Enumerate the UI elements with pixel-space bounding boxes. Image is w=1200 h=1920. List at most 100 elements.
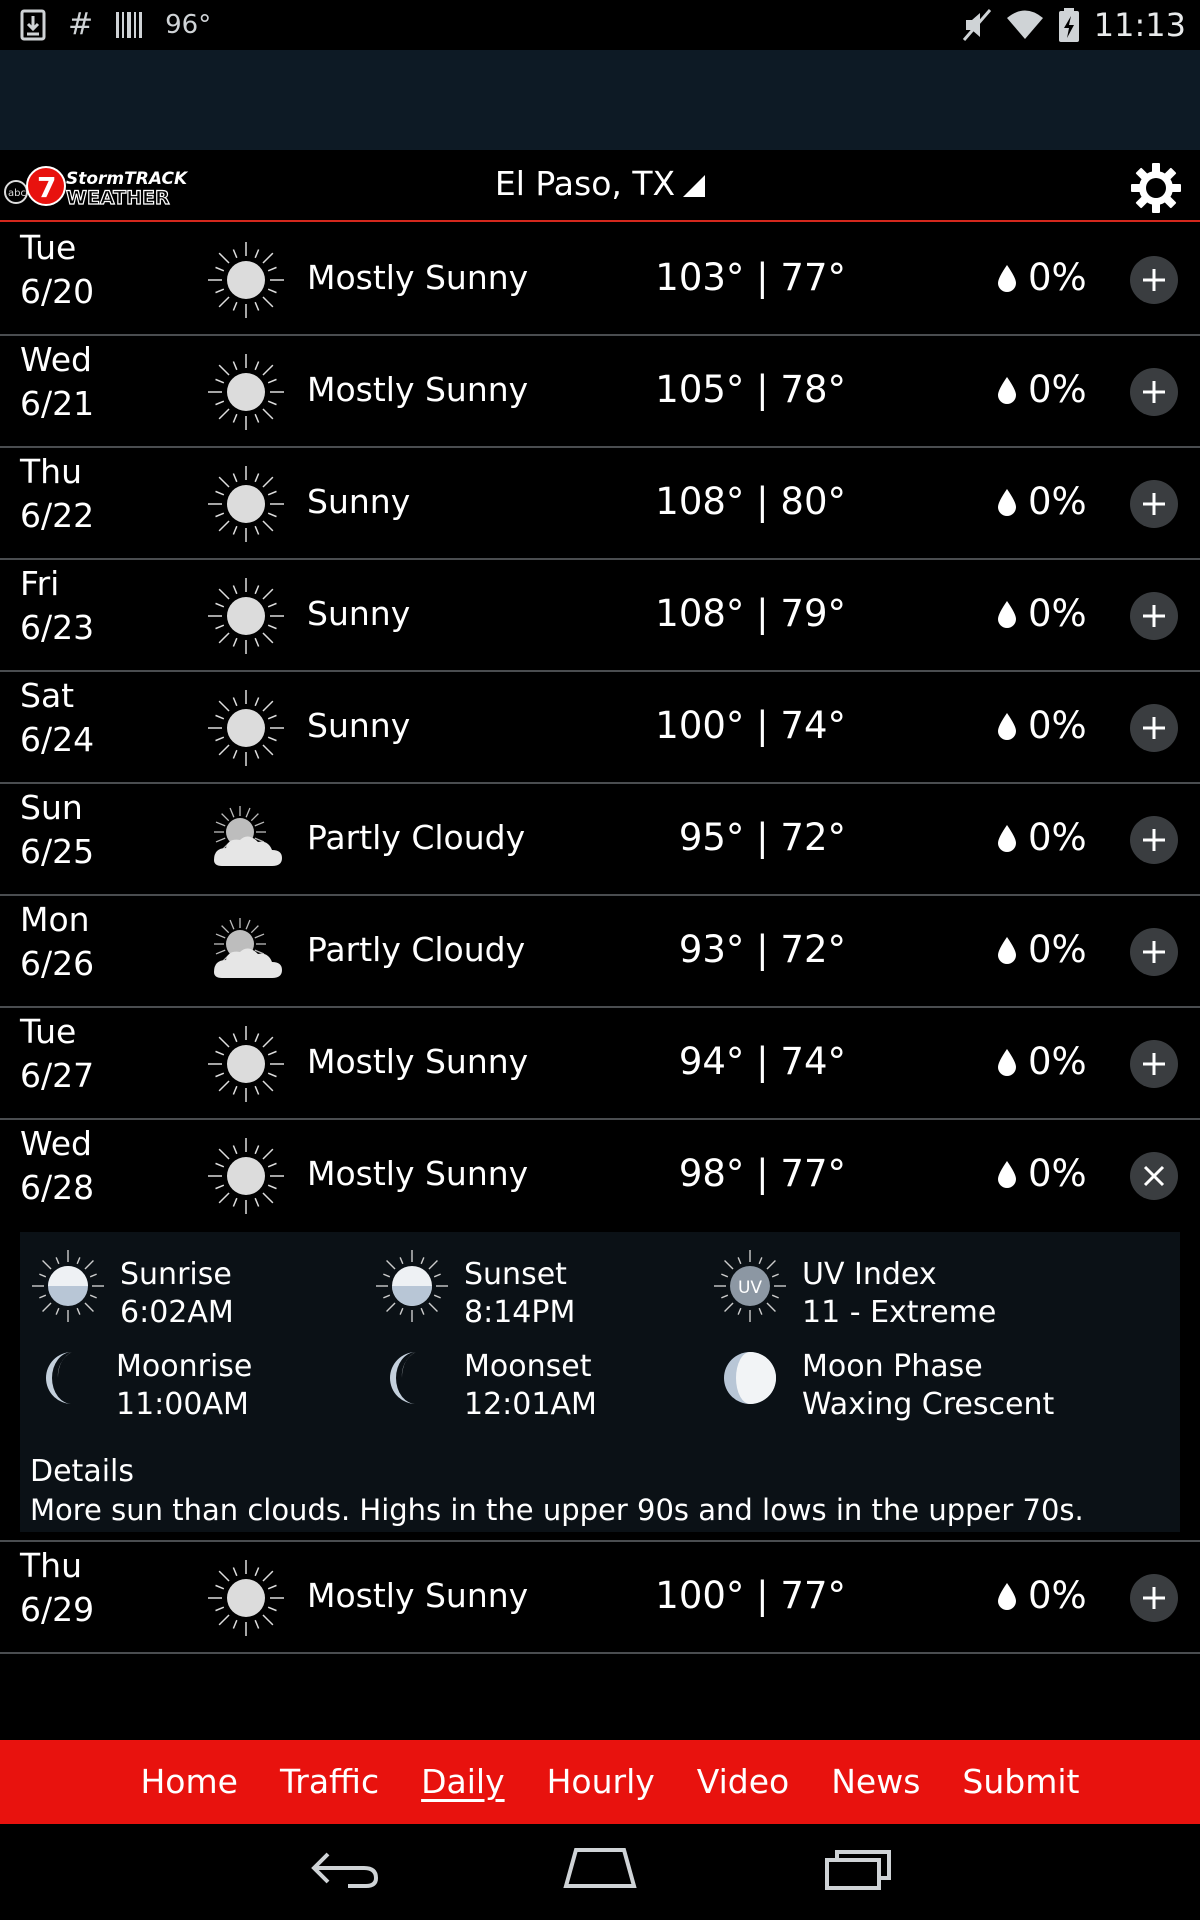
forecast-day-name: Tue (20, 1012, 77, 1051)
gear-icon[interactable] (1130, 162, 1182, 214)
nav-home[interactable]: Home (140, 1760, 237, 1804)
sun-icon (208, 1026, 284, 1102)
nav-news[interactable]: News (831, 1760, 920, 1804)
forecast-row[interactable]: Sat 6/24 Sunny 100° | 74° 0% (0, 672, 1200, 784)
expand-button[interactable] (1130, 816, 1178, 864)
forecast-day-date: 6/23 (20, 608, 95, 647)
forecast-precip: 0% (996, 704, 1087, 748)
forecast-row[interactable]: Fri 6/23 Sunny 108° | 79° 0% (0, 560, 1200, 672)
forecast-condition: Sunny (307, 706, 411, 745)
sun-icon (208, 354, 284, 430)
forecast-date: Sat 6/24 (20, 674, 94, 762)
raindrop-icon (998, 1049, 1016, 1076)
plus-icon (1143, 717, 1165, 739)
forecast-precip: 0% (996, 1040, 1087, 1084)
moonrise-info: Moonrise 11:00AM (28, 1338, 358, 1422)
forecast-temps: 108° | 79° (655, 592, 846, 635)
forecast-day-name: Fri (20, 564, 60, 603)
expand-button[interactable] (1130, 256, 1178, 304)
forecast-day-name: Sun (20, 788, 83, 827)
sunrise-info: Sunrise 6:02AM (28, 1246, 358, 1330)
forecast-row[interactable]: Wed 6/21 Mostly Sunny 105° | 78° 0% (0, 336, 1200, 448)
raindrop-icon (998, 601, 1016, 628)
forecast-row[interactable]: Mon 6/26 Partly Cloudy 93° | 72° 0% (0, 896, 1200, 1008)
forecast-day-date: 6/22 (20, 496, 95, 535)
expand-button[interactable] (1130, 368, 1178, 416)
nav-video[interactable]: Video (697, 1760, 789, 1804)
moonset-value: 12:01AM (464, 1387, 597, 1422)
uv-index-info: UV UV Index 11 - Extreme (710, 1246, 1040, 1330)
raindrop-icon (998, 1161, 1016, 1188)
nav-traffic[interactable]: Traffic (280, 1760, 379, 1804)
home-icon[interactable] (562, 1844, 638, 1892)
forecast-precip: 0% (996, 928, 1087, 972)
precip-value: 0% (1028, 480, 1087, 523)
forecast-row[interactable]: Thu 6/29 Mostly Sunny 100° | 77° 0% (0, 1542, 1200, 1654)
forecast-date: Thu 6/22 (20, 450, 94, 538)
sunset-icon (376, 1250, 448, 1322)
expand-button[interactable] (1130, 592, 1178, 640)
plus-icon (1143, 829, 1165, 851)
precip-value: 0% (1028, 1574, 1087, 1617)
nav-submit[interactable]: Submit (962, 1760, 1079, 1804)
moon-phase-value: Waxing Crescent (802, 1387, 1055, 1422)
precip-value: 0% (1028, 704, 1087, 747)
plus-icon (1143, 605, 1165, 627)
expand-button[interactable] (1130, 480, 1178, 528)
status-bar-right: 11:13 (962, 6, 1186, 44)
nav-daily[interactable]: Daily (421, 1760, 505, 1804)
recent-apps-icon[interactable] (824, 1844, 894, 1892)
forecast-precip: 0% (996, 1152, 1087, 1196)
expand-button[interactable] (1130, 704, 1178, 752)
hashtag-icon: # (68, 7, 94, 42)
location-selector[interactable]: El Paso, TX (0, 162, 1200, 206)
sun-icon (208, 1560, 284, 1636)
forecast-condition: Partly Cloudy (307, 818, 526, 857)
forecast-condition: Mostly Sunny (307, 1154, 529, 1193)
expand-button[interactable] (1130, 1040, 1178, 1088)
expand-button[interactable] (1130, 1574, 1178, 1622)
precip-value: 0% (1028, 928, 1087, 971)
status-bar-left: # 96° (20, 8, 211, 42)
forecast-row[interactable]: Tue 6/20 Mostly Sunny 103° | 77° 0% (0, 224, 1200, 336)
back-icon[interactable] (308, 1844, 380, 1892)
forecast-day-date: 6/25 (20, 832, 95, 871)
moonrise-label: Moonrise (116, 1349, 253, 1384)
forecast-row[interactable]: Tue 6/27 Mostly Sunny 94° | 74° 0% (0, 1008, 1200, 1120)
raindrop-icon (998, 489, 1016, 516)
forecast-precip: 0% (996, 816, 1087, 860)
collapse-button[interactable] (1130, 1152, 1178, 1200)
forecast-condition: Mostly Sunny (307, 1042, 529, 1081)
forecast-day-date: 6/28 (20, 1168, 95, 1207)
moonrise-icon (46, 1352, 72, 1404)
forecast-day-name: Wed (20, 340, 92, 379)
precip-value: 0% (1028, 592, 1087, 635)
forecast-precip: 0% (996, 1574, 1087, 1618)
moon-phase-info: Moon Phase Waxing Crescent (710, 1338, 1054, 1422)
forecast-temps: 105° | 78° (655, 368, 846, 411)
forecast-precip: 0% (996, 256, 1087, 300)
forecast-temps: 95° | 72° (678, 816, 846, 859)
uv-index-label: UV Index (802, 1257, 937, 1292)
system-nav-bar (0, 1824, 1200, 1920)
forecast-day-date: 6/27 (20, 1056, 95, 1095)
expand-button[interactable] (1130, 928, 1178, 976)
forecast-day-date: 6/24 (20, 720, 95, 759)
nav-hourly[interactable]: Hourly (547, 1760, 655, 1804)
plus-icon (1143, 381, 1165, 403)
forecast-temps: 103° | 77° (655, 256, 846, 299)
forecast-temps: 100° | 77° (655, 1574, 846, 1617)
sunset-label: Sunset (464, 1257, 567, 1292)
sun-icon (208, 1138, 284, 1214)
ad-banner[interactable] (0, 50, 1200, 150)
plus-icon (1143, 941, 1165, 963)
forecast-row[interactable]: Wed 6/28 Mostly Sunny 98° | 77° 0% (0, 1120, 1200, 1232)
forecast-detail-panel: Sunrise 6:02AM Sunset 8:14PM UV UV Index… (0, 1232, 1200, 1542)
daily-forecast-list: Tue 6/20 Mostly Sunny 103° | 77° 0% Wed … (0, 224, 1200, 1654)
forecast-row[interactable]: Sun 6/25 Partly Cloudy 95° | 72° 0% (0, 784, 1200, 896)
raindrop-icon (998, 377, 1016, 404)
partly-cloudy-icon (214, 918, 282, 978)
raindrop-icon (998, 1583, 1016, 1610)
forecast-row[interactable]: Thu 6/22 Sunny 108° | 80° 0% (0, 448, 1200, 560)
download-icon (20, 9, 46, 41)
